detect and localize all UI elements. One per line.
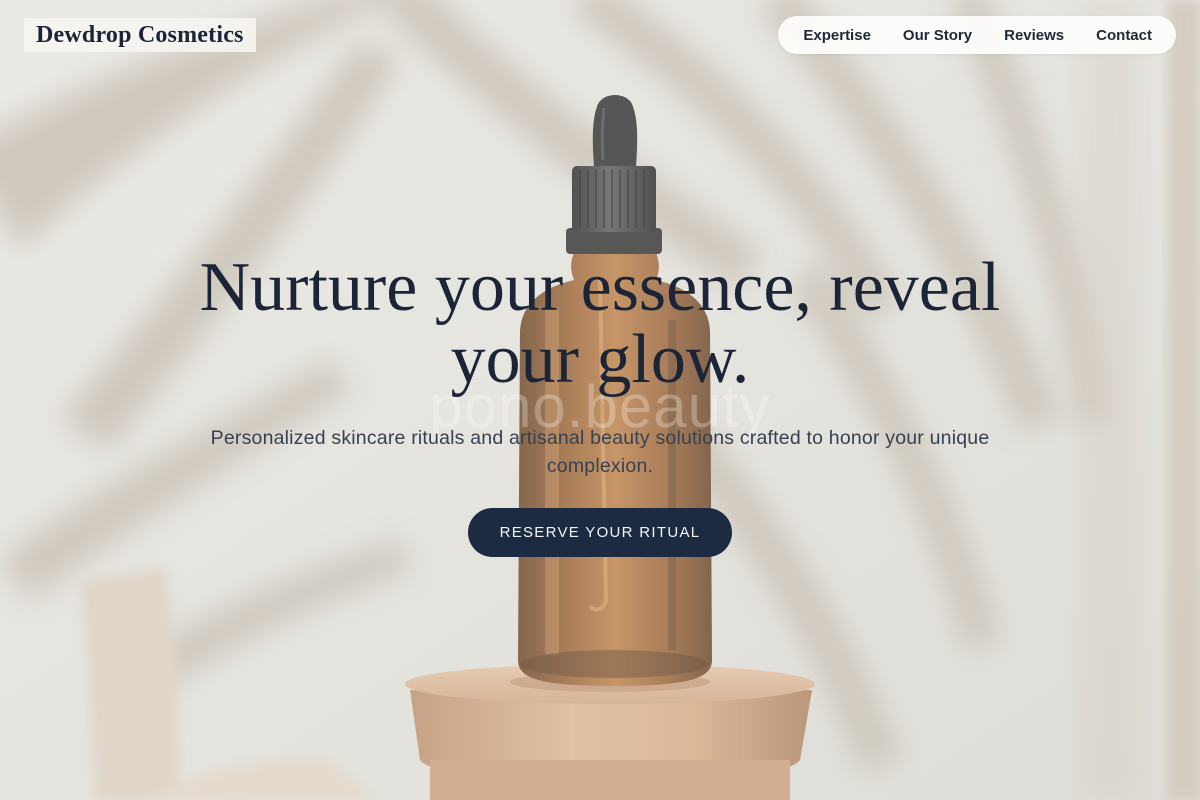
brand-logo[interactable]: Dewdrop Cosmetics xyxy=(24,18,256,52)
nav-link-our-story[interactable]: Our Story xyxy=(903,27,972,44)
nav-link-expertise[interactable]: Expertise xyxy=(803,27,871,44)
nav-link-reviews[interactable]: Reviews xyxy=(1004,27,1064,44)
hero-title: Nurture your essence, reveal your glow. xyxy=(199,249,1001,398)
brand-name[interactable]: Dewdrop Cosmetics xyxy=(36,22,244,49)
reserve-ritual-button[interactable]: RESERVE YOUR RITUAL xyxy=(468,508,732,557)
main-navigation: Expertise Our Story Reviews Contact xyxy=(778,16,1176,54)
nav-link-contact[interactable]: Contact xyxy=(1096,27,1152,44)
hero-subtitle: Personalized skincare rituals and artisa… xyxy=(210,427,990,477)
hero-section: Dewdrop Cosmetics Expertise Our Story Re… xyxy=(0,0,1200,800)
